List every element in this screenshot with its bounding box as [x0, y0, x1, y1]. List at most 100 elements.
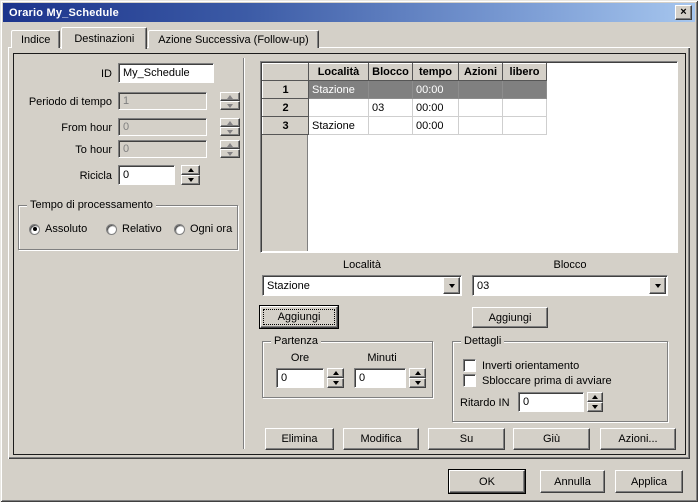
blocco-combo-value: 03 [477, 280, 489, 292]
cell-libero[interactable] [503, 117, 547, 135]
button-label: Giù [543, 433, 560, 445]
radio-relativo[interactable]: Relativo [106, 223, 162, 235]
cell-localita[interactable]: Stazione [309, 117, 369, 135]
col-header-localita[interactable]: Località [309, 64, 369, 81]
ore-spinner[interactable] [327, 368, 344, 388]
spin-down-button[interactable] [181, 175, 200, 185]
id-input[interactable] [123, 67, 213, 79]
radio-ogni-ora[interactable]: Ogni ora [174, 223, 232, 235]
ok-button[interactable]: OK [449, 470, 525, 493]
radio-icon [106, 224, 117, 235]
cell-blocco[interactable] [369, 81, 413, 99]
su-button[interactable]: Su [428, 428, 505, 450]
row-number[interactable]: 1 [263, 81, 309, 99]
aggiungi-blocco-button[interactable]: Aggiungi [472, 307, 548, 328]
checkbox-icon[interactable] [463, 359, 476, 372]
cell-libero[interactable] [503, 81, 547, 99]
sbloccare-checkbox-row[interactable]: Sbloccare prima di avviare [463, 374, 612, 387]
cell-localita[interactable]: Stazione [309, 81, 369, 99]
title-bar[interactable]: Orario My_Schedule × [3, 3, 695, 22]
tab-azione-successiva[interactable]: Azione Successiva (Follow-up) [148, 30, 318, 48]
to-hour-spinner [220, 140, 240, 158]
table-row[interactable]: 2 03 00:00 [263, 99, 547, 117]
blocco-combo-label: Blocco [472, 259, 668, 271]
ritardo-input[interactable] [523, 396, 583, 408]
ricicla-spinner[interactable] [181, 165, 200, 185]
tab-destinazioni[interactable]: Destinazioni [61, 27, 147, 49]
ore-label: Ore [269, 352, 331, 364]
applica-button[interactable]: Applica [615, 470, 683, 493]
col-header-tempo[interactable]: tempo [413, 64, 459, 81]
minuti-input[interactable] [359, 372, 405, 384]
blocco-combo[interactable]: 03 [472, 275, 668, 296]
arrow-up-icon [227, 121, 233, 125]
minuti-field-wrap [354, 368, 406, 388]
cell-azioni[interactable] [459, 99, 503, 117]
blocco-dropdown-button[interactable] [649, 277, 666, 294]
destinations-grid: Località Blocco tempo Azioni libero 1 St… [262, 63, 547, 135]
inverti-orientamento-checkbox-row[interactable]: Inverti orientamento [463, 359, 579, 372]
tab-indice[interactable]: Indice [11, 30, 60, 48]
row-number[interactable]: 3 [263, 117, 309, 135]
minuti-spinner[interactable] [409, 368, 426, 388]
spin-down-button [220, 149, 240, 158]
ritardo-in-label: Ritardo IN [460, 397, 510, 409]
close-button[interactable]: × [675, 5, 692, 20]
spin-up-button[interactable] [409, 368, 426, 378]
cell-azioni[interactable] [459, 117, 503, 135]
cell-blocco[interactable]: 03 [369, 99, 413, 117]
cell-tempo[interactable]: 00:00 [413, 117, 459, 135]
col-header-gutter[interactable] [263, 64, 309, 81]
spin-up-button[interactable] [587, 392, 603, 402]
button-label: OK [479, 476, 495, 488]
giu-button[interactable]: Giù [513, 428, 590, 450]
col-header-azioni[interactable]: Azioni [459, 64, 503, 81]
ritardo-spinner[interactable] [587, 392, 603, 412]
arrow-down-icon [188, 178, 194, 182]
table-row[interactable]: 1 Stazione 00:00 [263, 81, 547, 99]
azioni-button[interactable]: Azioni... [600, 428, 676, 450]
spin-down-button[interactable] [327, 378, 344, 388]
periodo-field-wrap [118, 92, 207, 110]
ricicla-label: Ricicla [30, 170, 112, 182]
table-row[interactable]: 3 Stazione 00:00 [263, 117, 547, 135]
spin-up-button[interactable] [327, 368, 344, 378]
arrow-up-icon [188, 168, 194, 172]
spin-down-button[interactable] [587, 402, 603, 412]
localita-dropdown-button[interactable] [443, 277, 460, 294]
col-header-libero[interactable]: libero [503, 64, 547, 81]
spin-up-button[interactable] [181, 165, 200, 175]
tab-bar: Indice Destinazioni Azione Successiva (F… [11, 26, 320, 48]
cell-tempo[interactable]: 00:00 [413, 81, 459, 99]
localita-combo[interactable]: Stazione [262, 275, 462, 296]
ricicla-input[interactable] [123, 169, 174, 181]
row-number[interactable]: 2 [263, 99, 309, 117]
radio-assoluto[interactable]: Assoluto [29, 223, 87, 235]
arrow-down-icon [333, 381, 339, 385]
checkbox-icon[interactable] [463, 374, 476, 387]
cell-libero[interactable] [503, 99, 547, 117]
button-label: Su [460, 433, 473, 445]
cell-localita[interactable] [309, 99, 369, 117]
modifica-button[interactable]: Modifica [343, 428, 419, 450]
col-header-blocco[interactable]: Blocco [369, 64, 413, 81]
ore-input[interactable] [281, 372, 323, 384]
vertical-separator [243, 58, 245, 449]
cell-blocco[interactable] [369, 117, 413, 135]
from-hour-label: From hour [30, 122, 112, 134]
close-icon: × [680, 7, 686, 18]
arrow-up-icon [592, 395, 598, 399]
cell-tempo[interactable]: 00:00 [413, 99, 459, 117]
spin-up-button [220, 140, 240, 149]
radio-label: Relativo [122, 223, 162, 235]
row-gutter [262, 134, 308, 251]
cell-azioni[interactable] [459, 81, 503, 99]
destinations-table[interactable]: Località Blocco tempo Azioni libero 1 St… [260, 61, 678, 253]
annulla-button[interactable]: Annulla [540, 470, 605, 493]
radio-label: Ogni ora [190, 223, 232, 235]
radio-icon [174, 224, 185, 235]
aggiungi-localita-button[interactable]: Aggiungi [260, 306, 338, 328]
spin-down-button[interactable] [409, 378, 426, 388]
elimina-button[interactable]: Elimina [265, 428, 334, 450]
chevron-down-icon [655, 284, 661, 288]
